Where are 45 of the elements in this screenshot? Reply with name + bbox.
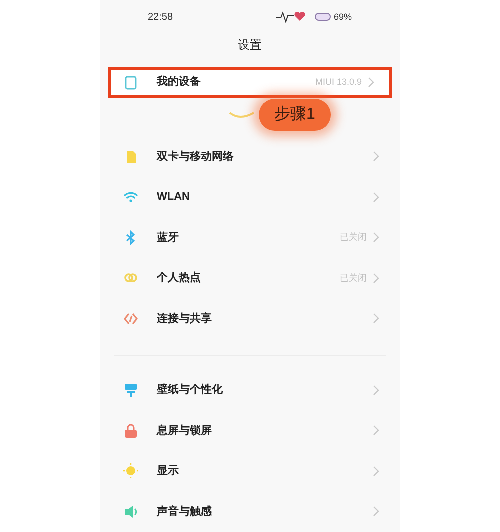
chevron-right-icon [373,506,380,518]
row-label: 连接与共享 [157,312,212,326]
chevron-right-icon [368,77,375,88]
share-icon [123,310,139,327]
status-time: 22:58 [148,10,174,25]
row-label: 我的设备 [157,74,201,90]
row-label: 双卡与移动网络 [157,150,234,164]
chevron-right-icon [373,232,380,244]
settings-row[interactable]: 个人热点 已关闭 [114,258,386,298]
chevron-right-icon [373,192,380,203]
chevron-right-icon [373,313,380,324]
paint-roller-icon [123,382,139,398]
speaker-icon [123,504,139,520]
row-label: 息屏与锁屏 [157,424,212,438]
settings-row[interactable]: 连接与共享 [114,298,386,339]
settings-row[interactable]: 息屏与锁屏 [114,410,386,451]
row-value: 已关闭 [340,272,367,284]
chevron-right-icon [373,466,380,477]
row-label: WLAN [157,190,190,205]
row-value: 已关闭 [340,231,367,244]
row-label: 壁纸与个性化 [157,382,223,398]
phone-outline-icon [125,76,137,90]
settings-row[interactable]: 壁纸与个性化 [114,370,386,410]
row-label: 蓝牙 [157,230,179,246]
chevron-right-icon [373,151,380,162]
my-device-row[interactable]: 我的设备 MIUI 13.0.9 [108,66,392,98]
settings-row[interactable]: 双卡与移动网络 [114,136,386,177]
chevron-right-icon [373,384,380,396]
settings-row[interactable]: WLAN [114,177,386,218]
swoosh-icon [228,110,255,120]
battery-icon [314,13,331,22]
settings-row[interactable]: 声音与触感 [114,492,386,532]
row-label: 显示 [157,464,179,479]
row-value: MIUI 13.0.9 [315,76,362,89]
settings-row[interactable]: 蓝牙 已关闭 [114,218,386,258]
battery-percent: 69% [334,10,352,24]
sun-icon [123,463,139,480]
annotation-text: 步骤1 [258,99,332,132]
settings-row[interactable]: 显示 [114,451,386,492]
chevron-right-icon [373,425,380,436]
row-label: 个人热点 [157,270,201,286]
page-title: 设置 [238,36,262,54]
row-label: 声音与触感 [157,504,212,520]
lock-icon [123,422,139,439]
chevron-right-icon [373,272,380,284]
